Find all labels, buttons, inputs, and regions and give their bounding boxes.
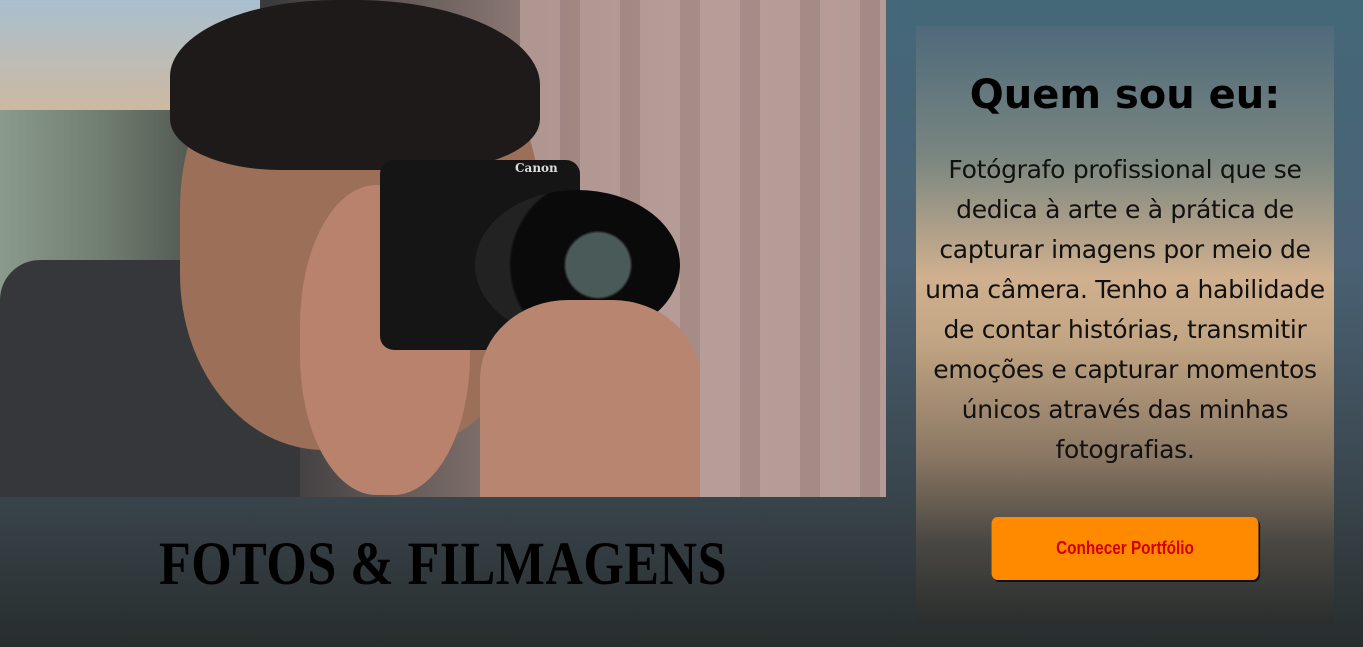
site-title: FOTOS & FILMAGENS — [158, 530, 728, 599]
about-description: Fotógrafo profissional que se dedica à a… — [925, 155, 1325, 464]
about-heading: Quem sou eu: — [969, 72, 1281, 118]
photo-hair — [170, 0, 540, 170]
portfolio-button[interactable]: Conhecer Portfólio — [991, 517, 1259, 580]
about-card: Quem sou eu: Fotógrafo profissional que … — [916, 26, 1334, 624]
hero-photo: Canon — [0, 0, 886, 497]
photo-hand — [480, 300, 700, 497]
camera-brand-logo: Canon — [515, 161, 558, 175]
